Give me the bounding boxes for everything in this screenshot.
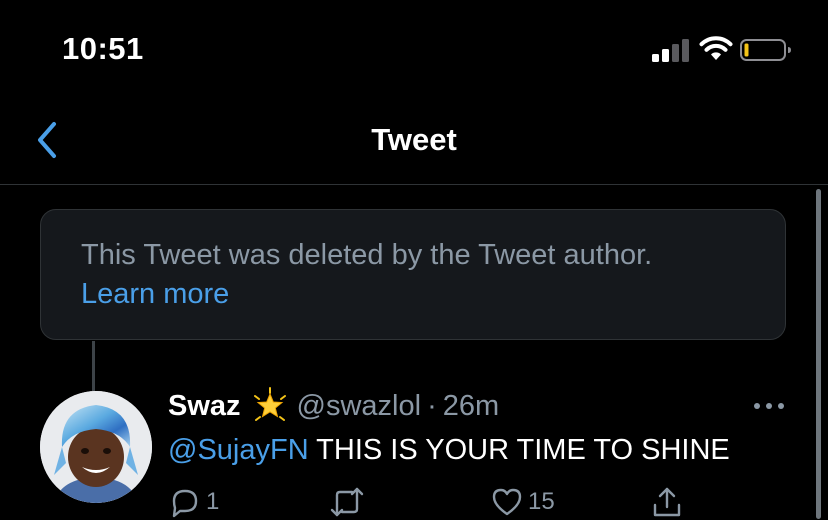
page-title: Tweet xyxy=(371,122,457,157)
tweet-timestamp[interactable]: 26m xyxy=(443,390,499,423)
more-options-button[interactable] xyxy=(752,396,786,416)
like-button[interactable]: 15 xyxy=(490,484,555,520)
glowing-star-icon xyxy=(251,387,289,425)
deleted-notice-message: This Tweet was deleted by the Tweet auth… xyxy=(81,239,653,271)
more-horizontal-icon xyxy=(754,403,784,409)
cellular-signal-icon xyxy=(652,38,692,62)
mention-link[interactable]: @SujayFN xyxy=(168,434,309,466)
reply-icon xyxy=(172,489,198,518)
status-time: 10:51 xyxy=(62,31,144,66)
display-name[interactable]: Swaz xyxy=(168,390,241,423)
deleted-tweet-notice: This Tweet was deleted by the Tweet auth… xyxy=(40,209,786,340)
like-count: 15 xyxy=(528,488,555,515)
separator-dot: · xyxy=(427,389,437,422)
share-button[interactable] xyxy=(650,484,684,520)
navigation-bar: Tweet xyxy=(0,100,828,185)
retweet-icon xyxy=(330,487,364,517)
reply-count: 1 xyxy=(206,488,220,515)
tweet-text: @SujayFN THIS IS YOUR TIME TO SHINE xyxy=(168,430,730,470)
tweet-header: Swaz @swazlol · 26m xyxy=(168,386,499,426)
user-handle[interactable]: @swazlol xyxy=(297,390,422,423)
tweet-actions: 1 15 xyxy=(168,484,698,520)
avatar[interactable] xyxy=(40,391,152,503)
status-bar: 10:51 xyxy=(0,0,828,100)
tweet-body: THIS IS YOUR TIME TO SHINE xyxy=(308,434,730,466)
thread-connector-line xyxy=(92,341,95,391)
heart-icon xyxy=(492,488,522,516)
retweet-button[interactable] xyxy=(328,484,370,520)
wifi-icon xyxy=(698,36,734,62)
share-icon xyxy=(653,487,681,517)
learn-more-link[interactable]: Learn more xyxy=(81,275,229,314)
battery-icon xyxy=(740,38,792,62)
scroll-indicator[interactable] xyxy=(816,189,821,519)
reply-button[interactable]: 1 xyxy=(168,484,219,520)
